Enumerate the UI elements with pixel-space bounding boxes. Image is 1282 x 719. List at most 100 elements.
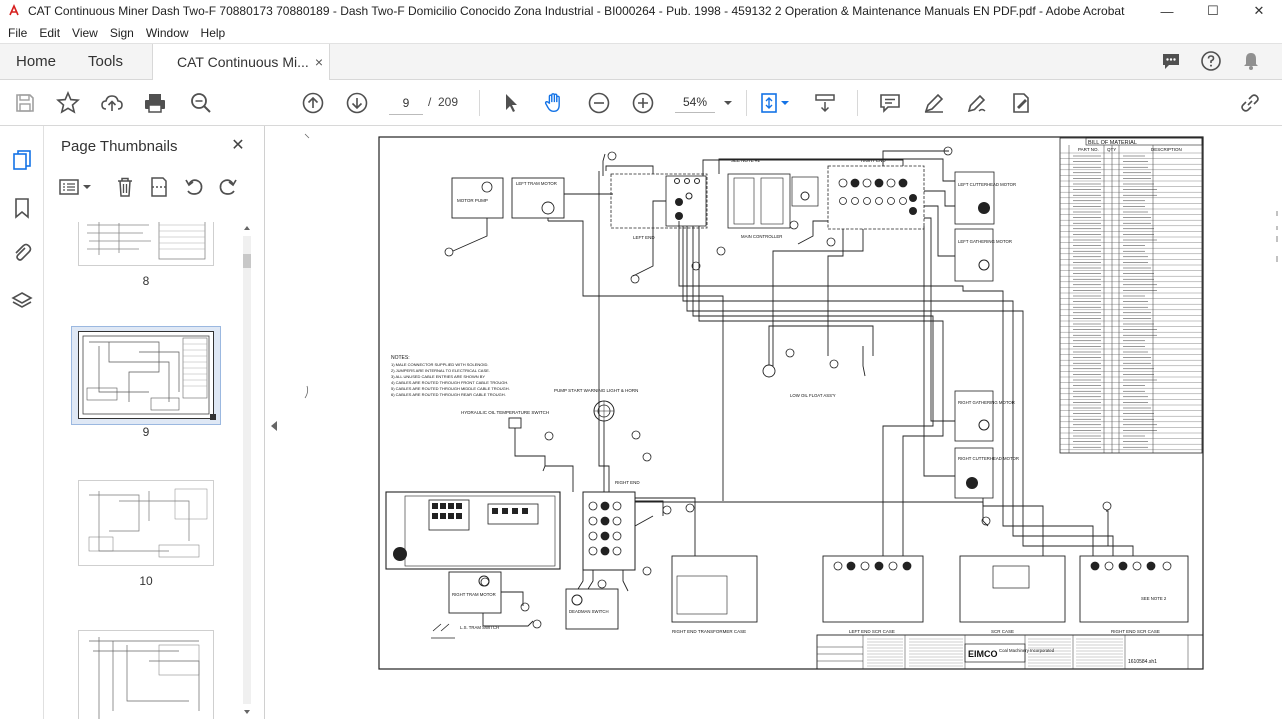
fit-page-icon[interactable] [757, 91, 781, 115]
maximize-button[interactable]: ☐ [1190, 0, 1236, 22]
zoom-out-icon[interactable] [587, 91, 611, 115]
highlight-pen-icon[interactable] [922, 91, 946, 115]
pdf-page-9: BILL OF MATERIAL PART NO. QTY DESCRIPTIO… [283, 126, 1282, 719]
label-pump-warning: PUMP START WARNING LIGHT & HORN [554, 388, 638, 393]
label-right-scr: RIGHT END SCR CASE [1111, 629, 1160, 634]
collapse-panel-icon[interactable] [269, 420, 279, 432]
bookmarks-icon[interactable] [10, 196, 34, 220]
thumbnail-preview [82, 335, 210, 415]
zoom-in-icon[interactable] [631, 91, 655, 115]
bom-title: BILL OF MATERIAL [1088, 140, 1137, 146]
note-3: 3) ALL UNUSED CABLE ENTRIES ARE SHOWN BY [391, 374, 485, 379]
thumbnail-options-icon[interactable] [59, 177, 93, 197]
menu-edit[interactable]: Edit [39, 26, 60, 40]
scroll-track[interactable] [243, 236, 251, 704]
menu-view[interactable]: View [72, 26, 98, 40]
page-thumbnails-panel: Page Thumbnails ✕ 8 9 10 [44, 126, 265, 719]
attachments-icon[interactable] [10, 241, 34, 265]
page-thumbnails-icon[interactable] [10, 148, 34, 172]
menu-sign[interactable]: Sign [110, 26, 134, 40]
bom-header-part: PART NO. [1078, 147, 1099, 152]
fit-dropdown-chevron-icon[interactable] [779, 91, 791, 115]
label-left-scr: LEFT END SCR CASE [849, 629, 895, 634]
document-view[interactable]: BILL OF MATERIAL PART NO. QTY DESCRIPTIO… [283, 126, 1282, 719]
page-thumbnail[interactable] [78, 222, 214, 266]
thumbnail-scrollbar[interactable] [240, 222, 254, 719]
rotate-cw-icon[interactable] [217, 176, 239, 198]
zoom-level-field[interactable]: 54% [675, 95, 715, 113]
thumbnail-page-label: 10 [139, 574, 153, 588]
company-logo-text: EIMCO [968, 649, 998, 659]
note-4: 4) CABLES ARE ROUTED THROUGH FRONT CABLE… [391, 380, 508, 385]
thumbnail-preview [89, 637, 200, 719]
scroll-mode-icon[interactable] [813, 91, 837, 115]
print-icon[interactable] [143, 91, 167, 115]
bom-header-desc: DESCRIPTION [1151, 147, 1182, 152]
thumbnail-preview [88, 488, 208, 558]
page-number-input[interactable] [389, 91, 423, 115]
main-toolbar: / 209 54% [0, 80, 1282, 126]
page-thumbnail[interactable] [78, 630, 214, 719]
delete-page-icon[interactable] [115, 176, 135, 198]
bom-header-qty: QTY [1107, 147, 1116, 152]
rotate-ccw-icon[interactable] [183, 176, 205, 198]
thumbnail-page-label: 9 [142, 425, 150, 439]
navigation-rail [0, 126, 44, 719]
tab-tools[interactable]: Tools [88, 44, 123, 80]
draw-pen-icon[interactable] [965, 91, 989, 115]
help-icon[interactable] [1200, 50, 1222, 72]
label-low-oil: LOW OIL FLOAT ASS'Y [790, 393, 836, 398]
menu-help[interactable]: Help [201, 26, 226, 40]
toolbar-divider [746, 90, 747, 116]
share-link-icon[interactable] [1238, 91, 1262, 115]
note-1: 1) MALE CONNECTOR SUPPLIED WITH SOLENOID… [391, 362, 489, 367]
label-hyd-temp: HYDRAULIC OIL TEMPERATURE SWITCH [461, 410, 549, 415]
note-5: 5) CABLES ARE ROUTED THROUGH MIDDLE CABL… [391, 386, 510, 391]
label-left-gathering: LEFT GATHERING MOTOR [958, 239, 1012, 244]
panel-splitter[interactable] [265, 126, 283, 719]
comment-share-icon[interactable] [1160, 50, 1182, 72]
thumbnail-list[interactable]: 8 9 10 [44, 222, 249, 719]
page-thumbnail-current[interactable] [78, 331, 214, 419]
label-left-tram: LEFT TRAM MOTOR [516, 181, 557, 186]
save-icon[interactable] [13, 91, 37, 115]
comment-icon[interactable] [878, 91, 902, 115]
hand-pan-icon[interactable] [542, 91, 566, 115]
note-6: 6) CABLES ARE ROUTED THROUGH REAR CABLE … [391, 392, 506, 397]
upload-cloud-icon[interactable] [100, 91, 124, 115]
label-right-gathering: RIGHT GATHERING MOTOR [958, 400, 1015, 405]
close-panel-icon[interactable]: ✕ [227, 134, 249, 156]
tab-document-label: CAT Continuous Mi... [177, 54, 309, 70]
scroll-thumb[interactable] [243, 254, 251, 268]
minimize-button[interactable]: — [1144, 0, 1190, 22]
page-up-icon[interactable] [301, 91, 325, 115]
bookmark-star-icon[interactable] [56, 91, 80, 115]
page-down-icon[interactable] [345, 91, 369, 115]
extract-page-icon[interactable] [149, 176, 169, 198]
menu-window[interactable]: Window [146, 26, 189, 40]
tab-document[interactable]: CAT Continuous Mi... × [152, 44, 330, 81]
scroll-down-icon[interactable] [243, 708, 251, 716]
note-2: 2) JUMPERS ARE INTERNAL TO ELECTRICAL CA… [391, 368, 490, 373]
page-total: 209 [438, 95, 459, 109]
menu-file[interactable]: File [8, 26, 27, 40]
label-left-cutterhead: LEFT CUTTERHEAD MOTOR [958, 182, 1016, 187]
thumbnail-page-label: 8 [142, 274, 150, 288]
acrobat-app-icon [7, 4, 21, 18]
scroll-up-icon[interactable] [243, 224, 251, 232]
select-arrow-icon[interactable] [499, 91, 523, 115]
page-thumbnail[interactable] [78, 480, 214, 566]
zoom-dropdown-chevron-icon[interactable] [716, 91, 740, 115]
notifications-bell-icon[interactable] [1240, 50, 1262, 72]
page-separator: / [428, 95, 432, 109]
thumbnail-resize-handle[interactable] [210, 414, 216, 420]
label-right-end-mid: RIGHT END [615, 480, 640, 485]
fill-sign-icon[interactable] [1009, 91, 1033, 115]
window-title: CAT Continuous Miner Dash Two-F 70880173… [28, 4, 1128, 18]
close-window-button[interactable]: ✕ [1236, 0, 1282, 22]
tab-close-icon[interactable]: × [315, 44, 323, 80]
tab-home[interactable]: Home [16, 44, 56, 80]
menu-bar: File Edit View Sign Window Help [0, 22, 1282, 44]
zoom-search-icon[interactable] [189, 91, 213, 115]
layers-icon[interactable] [10, 289, 34, 313]
